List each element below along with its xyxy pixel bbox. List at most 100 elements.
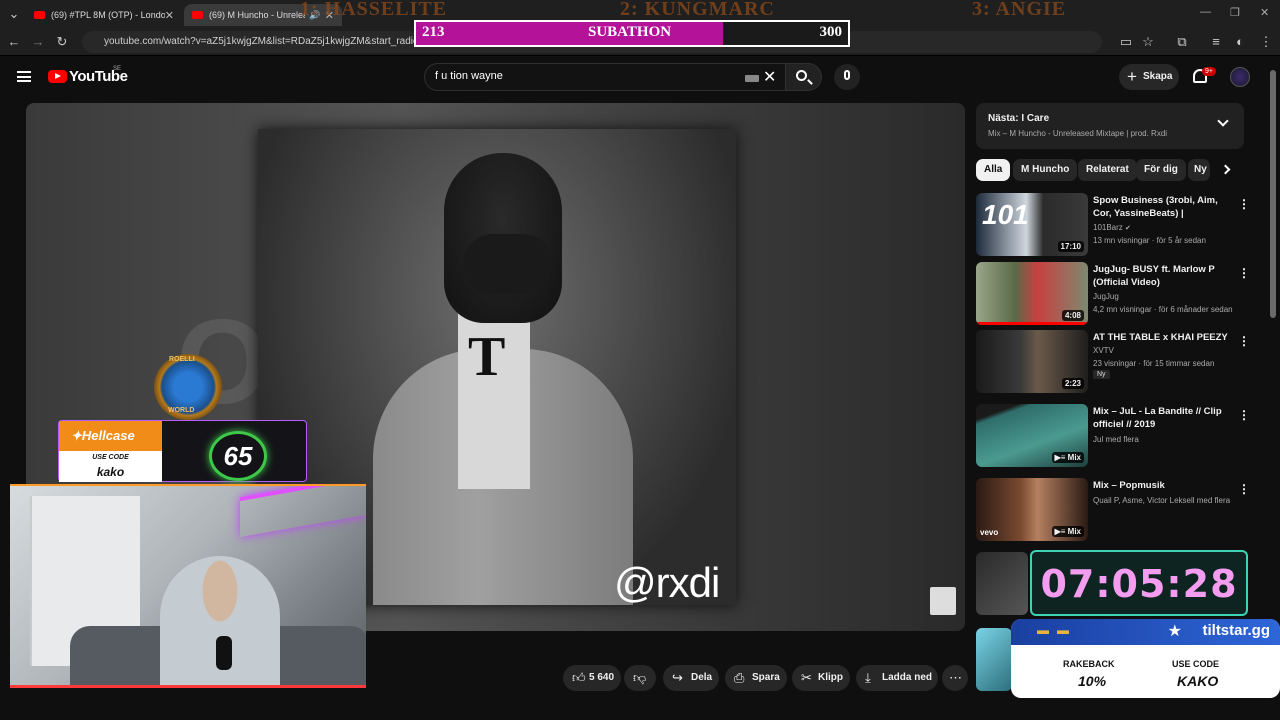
list-item[interactable]: 4:08 JugJug- BUSY ft. Marlow P (Official… xyxy=(976,262,1250,328)
reload-icon[interactable]: ↻ xyxy=(54,34,70,50)
create-button[interactable]: + Skapa xyxy=(1119,64,1179,90)
chip-all[interactable]: Alla xyxy=(976,159,1011,181)
video-thumbnail[interactable]: 4:08 xyxy=(976,262,1088,325)
bookmark-star-icon[interactable]: ☆ xyxy=(1140,34,1156,50)
channel-name[interactable]: 101Barz ✔ xyxy=(1093,223,1131,232)
video-title[interactable]: JugJug- BUSY ft. Marlow P (Official Vide… xyxy=(1093,263,1229,289)
up-next-panel[interactable]: Nästa: I Care Mix – M Huncho - Unrelease… xyxy=(976,103,1244,149)
video-thumbnail[interactable]: vevo ▶︎≡ Mix xyxy=(976,478,1088,541)
hellcase-brand: Hellcase xyxy=(81,428,135,443)
clear-search-icon[interactable]: ✕ xyxy=(763,67,776,87)
video-thumbnail[interactable]: 101 17:10 xyxy=(976,193,1088,256)
back-icon[interactable]: ← xyxy=(6,34,22,50)
forward-icon[interactable]: → xyxy=(30,34,46,50)
mix-icon: ▶︎≡ xyxy=(1054,453,1068,462)
mix-icon: ▶︎≡ xyxy=(1054,527,1068,536)
list-item[interactable]: 2:23 AT THE TABLE x KHAI PEEZY XVTV 23 v… xyxy=(976,330,1250,396)
youtube-favicon-icon xyxy=(192,11,203,19)
video-thumbnail[interactable] xyxy=(976,552,1028,615)
rank-2: 2: KUNGMARC xyxy=(620,0,775,20)
thumbs-up-icon: 👍︎ xyxy=(572,670,586,685)
video-title[interactable]: Mix – Popmusik xyxy=(1093,479,1229,492)
extensions-icon[interactable]: ⧉ xyxy=(1174,34,1190,50)
subathon-left: 213 xyxy=(422,24,445,40)
channel-name[interactable]: XVTV xyxy=(1093,346,1114,355)
promo-code: KAKO xyxy=(1177,673,1219,689)
video-thumbnail[interactable] xyxy=(976,628,1012,691)
hellcase-sponsor-panel: ✦Hellcase USE CODE kako 65 xyxy=(58,420,307,482)
video-thumbnail[interactable]: ▶︎≡ Mix xyxy=(976,404,1088,467)
share-button[interactable]: ↪ Dela xyxy=(663,665,719,691)
search-input[interactable] xyxy=(435,70,735,82)
rakeback-label: RAKEBACK xyxy=(1063,659,1115,669)
maximize-icon[interactable]: ❐ xyxy=(1230,6,1240,19)
up-next-title: Nästa: I Care xyxy=(988,113,1050,124)
more-options-icon[interactable]: ⋮ xyxy=(1238,334,1250,348)
video-meta: 13 mn visningar · för 5 år sedan xyxy=(1093,236,1206,245)
use-code-label: USE CODE xyxy=(1172,659,1220,669)
like-button[interactable]: 👍︎ 5 640 xyxy=(563,665,621,691)
chip-new[interactable]: Ny xyxy=(1188,159,1210,181)
rank-1: 1: HASSELITE xyxy=(300,0,448,20)
close-tab-icon[interactable]: ✕ xyxy=(165,9,174,22)
channel-name[interactable]: JugJug xyxy=(1093,292,1119,301)
save-label: Spara xyxy=(752,672,780,683)
more-menu-icon[interactable]: ⋮ xyxy=(1258,34,1274,50)
share-label: Dela xyxy=(691,672,713,683)
subathon-bar: 213 SUBATHON 300 xyxy=(414,20,850,47)
browser-tab[interactable]: (69) #TPL 8M (OTP) - London V ✕ xyxy=(26,4,182,26)
level-counter: 65 xyxy=(209,431,267,481)
save-button[interactable]: ⎙ Spara xyxy=(725,665,787,691)
channel-watermark-icon[interactable] xyxy=(930,587,956,615)
hamburger-menu-icon[interactable] xyxy=(17,71,31,82)
cast-icon[interactable]: ▭ xyxy=(1118,34,1134,50)
chevron-right-icon[interactable] xyxy=(1220,164,1231,175)
neon-light xyxy=(240,486,366,538)
profile-icon[interactable]: ◐ xyxy=(1232,34,1248,50)
clip-button[interactable]: ✂ Klipp xyxy=(792,665,850,691)
scrollbar[interactable] xyxy=(1270,70,1276,318)
media-controls-icon[interactable]: ≡ xyxy=(1208,34,1224,50)
chip-m-huncho[interactable]: M Huncho xyxy=(1013,159,1078,181)
download-label: Ladda ned xyxy=(882,672,933,683)
channel-name[interactable]: Quail P, Asme, Victor Leksell med flera xyxy=(1093,496,1230,505)
search-box[interactable]: ✕ xyxy=(424,63,786,91)
vevo-logo: vevo xyxy=(980,528,999,537)
more-options-icon[interactable]: ⋮ xyxy=(1238,482,1250,496)
tab-search-icon[interactable]: ⌄ xyxy=(6,6,22,22)
list-item[interactable]: 101 17:10 Spow Business (3robi, Aim, Cor… xyxy=(976,193,1250,259)
youtube-logo-icon[interactable] xyxy=(48,70,67,83)
clip-label: Klipp xyxy=(818,672,843,683)
download-button[interactable]: ⤓ Ladda ned xyxy=(856,665,938,691)
video-title[interactable]: AT THE TABLE x KHAI PEEZY xyxy=(1093,331,1229,344)
search-button[interactable] xyxy=(786,63,822,91)
subathon-label: SUBATHON xyxy=(588,24,672,40)
hellcase-code-box: USE CODE kako xyxy=(59,451,162,482)
country-code: SE xyxy=(113,66,122,72)
chip-related[interactable]: Relaterat xyxy=(1078,159,1137,181)
video-title[interactable]: Mix – JuL - La Bandite // Clip officiel … xyxy=(1093,405,1229,431)
dislike-button[interactable]: 👎︎ xyxy=(624,665,656,691)
more-options-icon[interactable]: ⋮ xyxy=(1238,266,1250,280)
youtube-header: YouTube SE ✕ + Skapa 9+ xyxy=(0,57,1280,97)
chevron-down-icon[interactable] xyxy=(1217,115,1229,127)
notification-count-badge: 9+ xyxy=(1202,67,1216,76)
video-title[interactable]: Spow Business (3robi, Aim, Cor, YassineB… xyxy=(1093,194,1229,220)
list-item[interactable]: ▶︎≡ Mix Mix – JuL - La Bandite // Clip o… xyxy=(976,404,1250,470)
more-actions-button[interactable]: ⋯ xyxy=(942,665,968,691)
video-thumbnail[interactable]: 2:23 xyxy=(976,330,1088,393)
more-horizontal-icon: ⋯ xyxy=(949,670,962,685)
list-item[interactable]: vevo ▶︎≡ Mix Mix – Popmusik Quail P, Asm… xyxy=(976,478,1250,544)
voice-search-button[interactable] xyxy=(834,64,860,90)
close-window-icon[interactable]: ✕ xyxy=(1260,6,1269,19)
more-options-icon[interactable]: ⋮ xyxy=(1238,197,1250,211)
account-avatar[interactable] xyxy=(1230,67,1250,87)
new-badge: Ny xyxy=(1093,370,1110,379)
more-options-icon[interactable]: ⋮ xyxy=(1238,408,1250,422)
minimize-icon[interactable]: — xyxy=(1200,6,1211,18)
tab-title: (69) #TPL 8M (OTP) - London V xyxy=(51,10,165,20)
keyboard-icon[interactable] xyxy=(745,75,759,82)
download-icon: ⤓ xyxy=(865,670,871,685)
chip-for-you[interactable]: För dig xyxy=(1136,159,1186,181)
channel-name[interactable]: Jul med flera xyxy=(1093,435,1139,444)
